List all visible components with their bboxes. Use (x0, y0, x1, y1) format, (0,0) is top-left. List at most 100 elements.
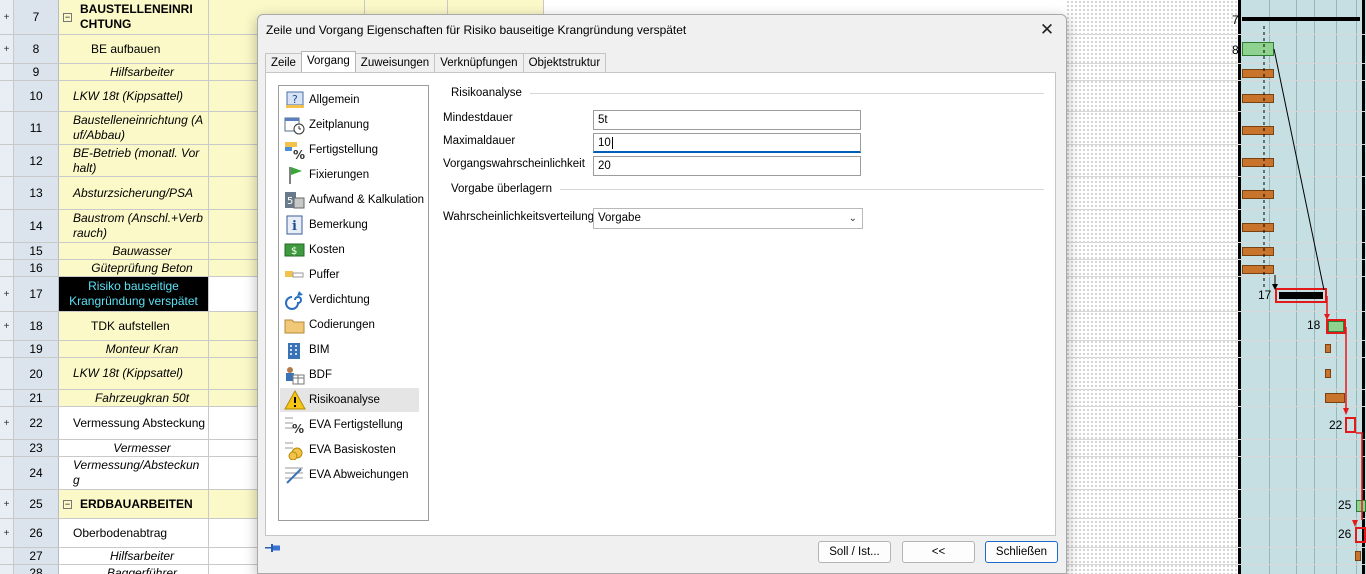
dialog-tabs: Zeile Vorgang Zuweisungen Verknüpfungen Obje… (265, 51, 607, 73)
task-name[interactable]: BE aufbauen (59, 35, 209, 63)
nav-item-allgemein[interactable]: ? Allgemein (280, 88, 419, 112)
row-number: 25 (14, 490, 59, 518)
tab-objektstruktur[interactable]: Objektstruktur (522, 53, 607, 72)
svg-text:5: 5 (287, 196, 293, 207)
probability-input[interactable]: 20 (593, 156, 861, 176)
row-number: 21 (14, 390, 59, 406)
task-name[interactable]: Hilfsarbeiter (59, 64, 209, 80)
task-name[interactable]: Güteprüfung Beton (59, 260, 209, 276)
task-name-text: Güteprüfung Beton (91, 260, 193, 275)
task-name[interactable]: Fahrzeugkran 50t (59, 390, 209, 406)
min-duration-input[interactable]: 5t (593, 110, 861, 130)
nav-item-eva-fertigstellung[interactable]: % EVA Fertigstellung (280, 413, 419, 437)
row-expander[interactable]: + (0, 519, 14, 547)
task-name[interactable]: Bauwasser (59, 243, 209, 259)
nav-item-eva-abweichungen[interactable]: EVA Abweichungen (280, 463, 419, 487)
task-name[interactable]: Vermesser (59, 440, 209, 456)
row-expander (0, 81, 14, 111)
task-name[interactable]: Baustelleneinrichtung (Auf/Abbau) (59, 112, 209, 144)
task-name[interactable]: Vermessung Absteckung (59, 407, 209, 439)
row-expander[interactable]: + (0, 35, 14, 63)
task-name-text: Fahrzeugkran 50t (94, 390, 190, 405)
gantt-row-label: 8 (1232, 43, 1239, 57)
text-cursor (611, 137, 613, 149)
max-duration-input[interactable]: 10 (593, 133, 861, 153)
tab-zeile[interactable]: Zeile (265, 53, 302, 72)
row-number: 15 (14, 243, 59, 259)
nav-item-codierungen[interactable]: Codierungen (280, 313, 419, 337)
tab-vorgang[interactable]: Vorgang (300, 51, 356, 72)
row-expander (0, 341, 14, 357)
task-name[interactable]: Hilfsarbeiter (59, 548, 209, 564)
row-number: 16 (14, 260, 59, 276)
task-name[interactable]: − BAUSTELLENEINRICHTUNG (59, 0, 209, 34)
nav-item-risikoanalyse[interactable]: Risikoanalyse (280, 388, 419, 412)
task-name[interactable]: Monteur Kran (59, 341, 209, 357)
task-name-text: Vermesser (113, 440, 171, 455)
task-name[interactable]: BE-Betrieb (monatl. Vorhalt) (59, 145, 209, 176)
row-number: 14 (14, 210, 59, 242)
task-name[interactable]: Oberbodenabtrag (59, 519, 209, 547)
dialog-title: Zeile und Vorgang Eigenschaften für Risi… (266, 23, 687, 37)
task-name[interactable]: − ERDBAUARBEITEN (59, 490, 209, 518)
max-duration-label: Maximaldauer (443, 135, 516, 147)
nav-item-bdf[interactable]: BDF (280, 363, 419, 387)
properties-dialog: Zeile und Vorgang Eigenschaften für Risi… (257, 14, 1067, 574)
nav-item-fertigstellung[interactable]: % Fertigstellung (280, 138, 419, 162)
min-duration-label: Mindestdauer (443, 112, 513, 124)
task-name-text: Bauwasser (112, 243, 172, 258)
row-expander (0, 64, 14, 80)
row-expander[interactable]: + (0, 407, 14, 439)
nav-item-label: Zeitplanung (309, 119, 370, 131)
nav-item-puffer[interactable]: Puffer (280, 263, 419, 287)
target-actual-button[interactable]: Soll / Ist... (818, 541, 891, 563)
nav-item-bim[interactable]: BIM (280, 338, 419, 362)
tab-verknüpfungen[interactable]: Verknüpfungen (434, 53, 524, 72)
nav-item-fixierungen[interactable]: Fixierungen (280, 163, 419, 187)
task-name-text: Oberbodenabtrag (73, 525, 168, 540)
task-name[interactable]: LKW 18t (Kippsattel) (59, 358, 209, 389)
nav-item-bemerkung[interactable]: i Bemerkung (280, 213, 419, 237)
task-name[interactable]: Vermessung/Absteckung (59, 457, 209, 489)
row-number: 17 (14, 277, 59, 311)
tab-zuweisungen[interactable]: Zuweisungen (354, 53, 436, 72)
task-name[interactable]: TDK aufstellen (59, 312, 209, 340)
row-expander (0, 210, 14, 242)
nav-item-aufwand-kalkulation[interactable]: 5 Aufwand & Kalkulation (280, 188, 424, 212)
task-name-text: Absturzsicherung/PSA (73, 185, 194, 200)
gantt-row-label: 7 (1232, 13, 1239, 27)
gantt-row-label: 25 (1338, 498, 1352, 512)
distribution-select[interactable]: Vorgabe ⌄ (593, 208, 863, 229)
task-name-text: Vermessung/Absteckung (73, 458, 200, 487)
nav-item-label: EVA Fertigstellung (309, 419, 403, 431)
task-name-text: Monteur Kran (105, 341, 179, 356)
section-override: Vorgabe überlagern (439, 183, 1044, 195)
row-expander (0, 243, 14, 259)
row-expander[interactable]: + (0, 277, 14, 311)
task-name-text: Hilfsarbeiter (109, 548, 175, 563)
pin-icon[interactable] (265, 543, 281, 553)
nav-item-eva-basiskosten[interactable]: EVA Basiskosten (280, 438, 419, 462)
close-button[interactable]: Schließen (985, 541, 1058, 563)
row-expander[interactable]: + (0, 312, 14, 340)
nav-item-label: Bemerkung (309, 219, 368, 231)
nav-item-label: Verdichtung (309, 294, 370, 306)
task-name-text: BAUSTELLENEINRICHTUNG (80, 2, 193, 31)
collapse-icon[interactable]: − (63, 499, 72, 509)
nav-item-verdichtung[interactable]: Verdichtung (280, 288, 419, 312)
collapse-icon[interactable]: − (63, 12, 72, 22)
task-name[interactable]: Baggerführer (59, 565, 209, 574)
task-name[interactable]: Baustrom (Anschl.+Verbrauch) (59, 210, 209, 242)
row-expander[interactable]: + (0, 490, 14, 518)
row-expander[interactable]: + (0, 0, 14, 34)
task-name[interactable]: Risiko bauseitige Krangründung verspätet (59, 277, 209, 311)
nav-item-label: Fertigstellung (309, 144, 379, 156)
close-icon[interactable]: ✕ (1034, 18, 1060, 42)
row-number: 11 (14, 112, 59, 144)
nav-item-zeitplanung[interactable]: Zeitplanung (280, 113, 419, 137)
task-name[interactable]: Absturzsicherung/PSA (59, 177, 209, 209)
back-button[interactable]: << (902, 541, 975, 563)
buffer-icon (284, 265, 306, 285)
task-name[interactable]: LKW 18t (Kippsattel) (59, 81, 209, 111)
nav-item-kosten[interactable]: $ Kosten (280, 238, 419, 262)
